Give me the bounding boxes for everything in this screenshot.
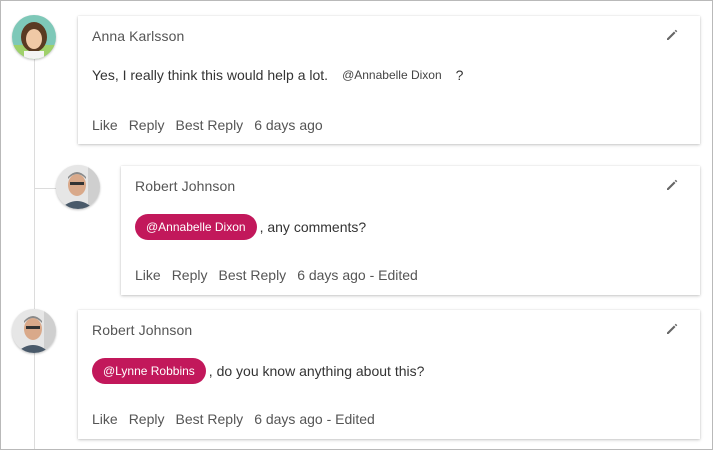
comment-text: , any comments?: [259, 219, 367, 235]
comment-thread: Anna Karlsson Yes, I really think this w…: [0, 0, 713, 450]
best-reply-link[interactable]: Best Reply: [218, 267, 286, 283]
thread-line: [34, 59, 35, 449]
comment-card: Robert Johnson @Lynne Robbins , do you k…: [78, 310, 700, 439]
comment-body: @Lynne Robbins , do you know anything ab…: [92, 358, 424, 384]
reply-link[interactable]: Reply: [172, 267, 208, 283]
timestamp: 6 days ago - Edited: [254, 411, 375, 427]
comment-actions: Like Reply Best Reply 6 days ago - Edite…: [135, 267, 418, 283]
mention-link[interactable]: @Annabelle Dixon: [342, 68, 442, 82]
like-link[interactable]: Like: [92, 411, 118, 427]
best-reply-link[interactable]: Best Reply: [175, 117, 243, 133]
comment-text: , do you know anything about this?: [208, 363, 425, 379]
comment-actions: Like Reply Best Reply 6 days ago: [92, 117, 323, 133]
comment-body: @Annabelle Dixon , any comments?: [135, 214, 366, 240]
comment-text-tail: ?: [455, 67, 464, 83]
like-link[interactable]: Like: [135, 267, 161, 283]
pencil-icon[interactable]: [664, 321, 680, 337]
timestamp: 6 days ago - Edited: [297, 267, 418, 283]
reply-link[interactable]: Reply: [129, 117, 165, 133]
mention-chip[interactable]: @Annabelle Dixon: [135, 214, 257, 240]
comment-body: Yes, I really think this would help a lo…: [92, 67, 463, 83]
comment-actions: Like Reply Best Reply 6 days ago - Edite…: [92, 411, 375, 427]
mention-chip[interactable]: @Lynne Robbins: [92, 358, 206, 384]
avatar-anna-karlsson[interactable]: [12, 15, 56, 59]
reply-link[interactable]: Reply: [129, 411, 165, 427]
comment-text: Yes, I really think this would help a lo…: [92, 67, 329, 83]
comment-author: Anna Karlsson: [92, 28, 185, 44]
timestamp: 6 days ago: [254, 117, 323, 133]
reply-card: Robert Johnson @Annabelle Dixon , any co…: [121, 166, 700, 295]
comment-card: Anna Karlsson Yes, I really think this w…: [78, 16, 700, 144]
avatar-robert-johnson[interactable]: [56, 165, 100, 209]
pencil-icon[interactable]: [664, 177, 680, 193]
pencil-icon[interactable]: [664, 27, 680, 43]
avatar-robert-johnson[interactable]: [12, 309, 56, 353]
like-link[interactable]: Like: [92, 117, 118, 133]
best-reply-link[interactable]: Best Reply: [175, 411, 243, 427]
comment-author: Robert Johnson: [92, 322, 193, 338]
reply-branch-line: [34, 188, 56, 189]
comment-author: Robert Johnson: [135, 178, 236, 194]
